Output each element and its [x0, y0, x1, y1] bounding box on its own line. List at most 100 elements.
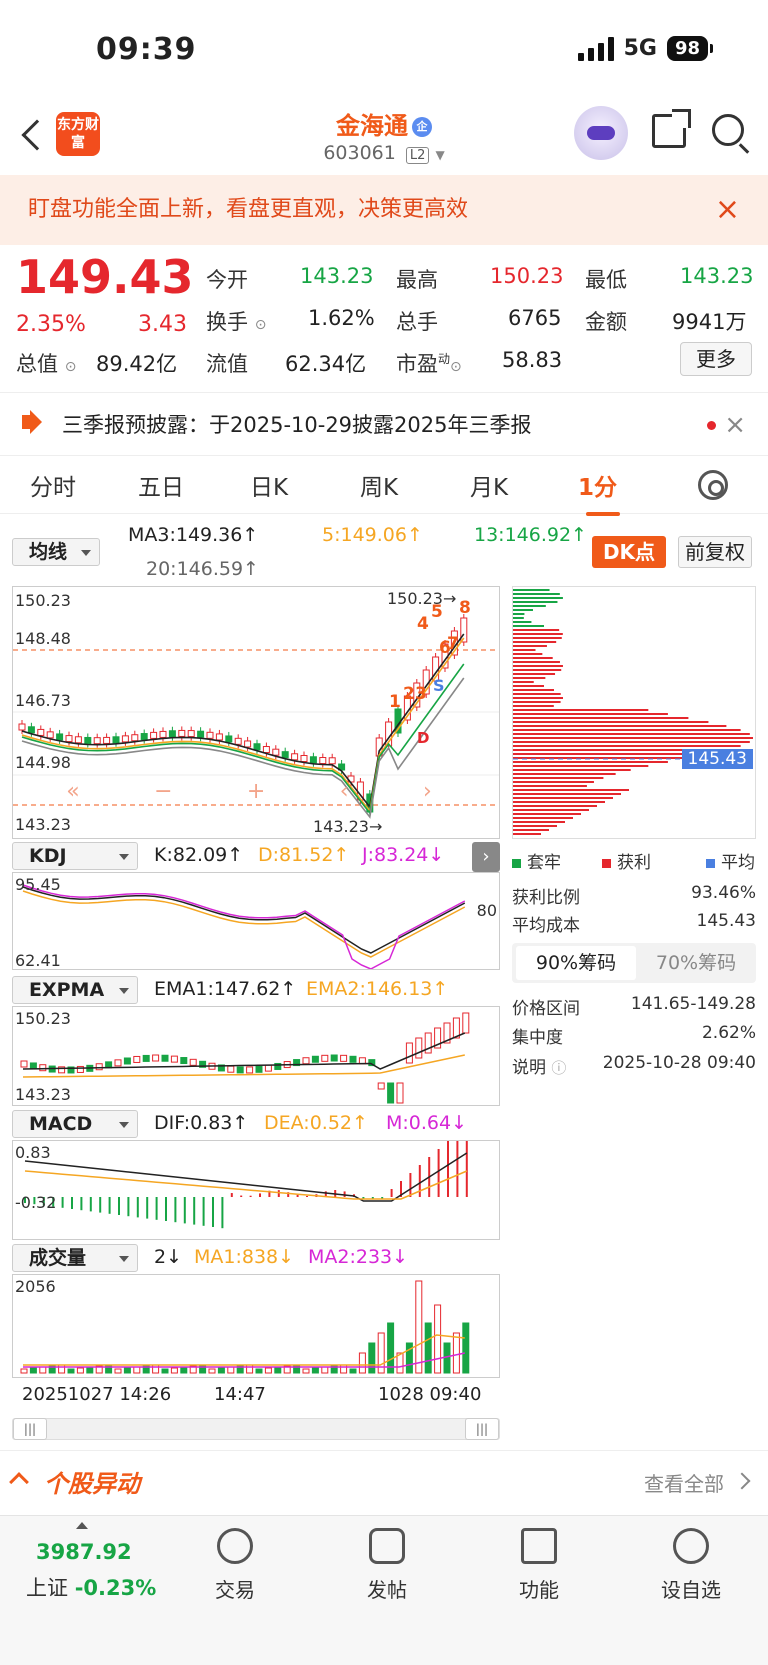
kdj-d: D:81.52↑: [258, 844, 350, 866]
expma-candle: [180, 1057, 188, 1065]
expma-candle: [170, 1055, 178, 1063]
indicator-select-volume[interactable]: 成交量: [12, 1244, 138, 1272]
note-value: 2025-10-28 09:40: [602, 1053, 756, 1073]
ema1-line: [22, 1032, 466, 1070]
bottom-bar: 3987.92 上证 -0.23% 交易 发帖 功能 设自选: [0, 1515, 768, 1665]
nav-trade[interactable]: 交易: [180, 1528, 290, 1603]
nav-post[interactable]: 发帖: [332, 1528, 442, 1603]
kline-chart[interactable]: 12345678SD 150.23 148.48 146.73 144.98 1…: [12, 586, 500, 839]
d-line: [22, 890, 466, 958]
volume-bar: [133, 1366, 141, 1374]
unread-dot: [707, 421, 716, 430]
chip-bar: [513, 733, 750, 735]
prev-icon[interactable]: ‹: [340, 779, 349, 813]
volume-bar: [358, 1352, 366, 1374]
info-icon[interactable]: ⊙: [65, 359, 77, 375]
candle: [74, 736, 82, 744]
index-info[interactable]: 上证 -0.23%: [26, 1572, 156, 1602]
stock-movement-section[interactable]: 个股异动 查看全部: [0, 1450, 768, 1510]
tab-1-minute[interactable]: 1分: [578, 468, 621, 516]
macd-chart[interactable]: 0.83 -0.32: [12, 1140, 500, 1240]
vol-ma1: MA1:838↓: [194, 1246, 295, 1268]
more-button[interactable]: 更多: [680, 342, 752, 376]
info-icon[interactable]: ⊙: [255, 317, 267, 333]
index-value[interactable]: 3987.92: [36, 1540, 132, 1564]
level2-badge: L2: [405, 147, 430, 164]
macd-svg: [24, 1141, 468, 1229]
chip-bar: [513, 629, 560, 631]
tab-weekly-k[interactable]: 周K: [360, 468, 398, 502]
zoom-in-icon[interactable]: +: [247, 779, 265, 813]
turnover-value: 1.62%: [308, 306, 375, 330]
volume-bar: [29, 1367, 37, 1374]
info-icon[interactable]: ⓘ: [551, 1059, 566, 1077]
chip-distribution-chart[interactable]: 145.43: [512, 586, 756, 839]
candle: [309, 756, 317, 764]
chip-svg: [513, 589, 755, 835]
chart-scrollbar[interactable]: ||| |||: [12, 1418, 500, 1440]
tab-monthly-k[interactable]: 月K: [470, 468, 508, 502]
expma-chart[interactable]: 150.23 143.23: [12, 1006, 500, 1106]
tab-five-day[interactable]: 五日: [138, 468, 184, 502]
signal-icon: [577, 36, 614, 61]
tab-chips-90[interactable]: 90%筹码: [516, 946, 636, 980]
chip-bar: [513, 609, 533, 611]
close-icon[interactable]: ×: [724, 393, 746, 457]
tab-daily-k[interactable]: 日K: [250, 468, 288, 502]
kdj-level: 80: [476, 901, 497, 920]
volume-bar: [105, 1364, 113, 1374]
expma-candle: [114, 1059, 122, 1067]
ma13-value: 13:146.92↑: [474, 524, 587, 546]
indicator-select-kdj[interactable]: KDJ: [12, 842, 138, 870]
expma-candle: [142, 1054, 150, 1062]
volume-svg: [20, 1280, 470, 1374]
indicator-select-ma[interactable]: 均线: [12, 538, 100, 566]
expand-up-icon[interactable]: [76, 1522, 88, 1529]
indicator-select-expma[interactable]: EXPMA: [12, 976, 138, 1004]
tab-intraday[interactable]: 分时: [30, 468, 76, 502]
volume-bar: [311, 1367, 319, 1374]
volume-bar: [161, 1368, 169, 1374]
rewind-icon[interactable]: «: [66, 779, 79, 813]
scroll-handle-left[interactable]: |||: [13, 1418, 47, 1440]
close-icon[interactable]: ×: [715, 175, 740, 245]
view-all-link[interactable]: 查看全部: [644, 1468, 724, 1497]
gear-icon[interactable]: [698, 470, 728, 500]
dk-point-button[interactable]: DK点: [592, 536, 666, 568]
expma-candle: [462, 1012, 470, 1034]
mktcap-label: 总值 ⊙: [16, 352, 77, 376]
volume-chart[interactable]: 2056: [12, 1274, 500, 1378]
chip-bar: [513, 637, 562, 639]
kdj-k: K:82.09↑: [154, 844, 244, 866]
search-icon[interactable]: [712, 114, 744, 146]
chevron-right-icon: [733, 1472, 751, 1490]
zoom-out-icon[interactable]: −: [154, 779, 172, 813]
candle: [93, 737, 101, 745]
share-icon[interactable]: [652, 109, 691, 148]
collapse-icon[interactable]: [9, 1472, 29, 1492]
volume-bar: [208, 1368, 216, 1374]
volume-bar: [199, 1364, 207, 1374]
next-icon[interactable]: ›: [423, 779, 432, 813]
promo-banner[interactable]: 盯盘功能全面上新，看盘更直观，决策更高效 ×: [0, 175, 768, 245]
time-mid: 14:47: [214, 1384, 266, 1405]
candle: [37, 728, 45, 736]
nav-functions[interactable]: 功能: [484, 1528, 594, 1603]
indicator-select-macd[interactable]: MACD: [12, 1110, 138, 1138]
chip-bar: [513, 785, 587, 787]
volume-value: 6765: [508, 306, 562, 330]
info-icon[interactable]: ⊙: [450, 359, 462, 375]
kdj-bottom: 62.41: [15, 951, 61, 970]
expma-candle: [236, 1066, 244, 1074]
expand-arrow-icon[interactable]: ›: [472, 842, 500, 872]
announcement-bar[interactable]: 三季报预披露：于2025-10-29披露2025年三季报 ×: [0, 392, 768, 456]
volume-bar: [58, 1364, 66, 1374]
adjust-button[interactable]: 前复权: [678, 536, 752, 568]
assistant-robot-icon[interactable]: [574, 106, 628, 160]
scroll-handle-right[interactable]: |||: [465, 1418, 499, 1440]
kdj-chart[interactable]: 95.45 62.41 80: [12, 872, 500, 970]
nav-add-watchlist[interactable]: 设自选: [636, 1528, 746, 1603]
more-dots-icon: [673, 1528, 709, 1564]
legend-average: 平均: [706, 848, 755, 873]
tab-chips-70[interactable]: 70%筹码: [636, 943, 756, 983]
